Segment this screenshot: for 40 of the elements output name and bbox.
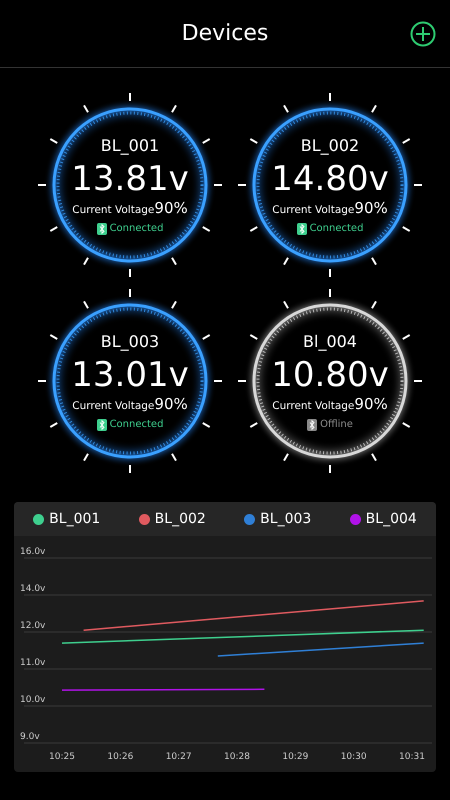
legend-label: BL_004 [366, 511, 417, 527]
status-text: Offline [320, 419, 353, 430]
x-axis-label: 10:27 [166, 752, 192, 762]
status-text: Connected [110, 223, 164, 234]
status-text: Connected [310, 223, 364, 234]
y-axis-label: 11.0v [20, 658, 46, 668]
device-name: BL_001 [100, 136, 160, 154]
device-name: Bl_004 [303, 332, 357, 350]
voltage-reading: 13.81v [71, 158, 189, 198]
percent-value: 90% [354, 394, 388, 412]
status-text: Connected [110, 419, 164, 430]
y-axis-label: 14.0v [20, 584, 46, 594]
x-axis-label: 10:25 [49, 752, 75, 762]
legend-label: BL_001 [49, 511, 100, 527]
bluetooth-icon [307, 418, 318, 430]
voltage-label: Current Voltage [272, 400, 354, 412]
percent-value: 90% [154, 394, 188, 412]
voltage-label: Current Voltage [72, 400, 154, 412]
x-axis-label: 10:29 [282, 752, 308, 762]
legend-label: BL_002 [154, 511, 206, 527]
percent-value: 90% [354, 198, 388, 216]
device-name: BL_002 [300, 136, 360, 154]
screen-title: Devices [180, 21, 270, 46]
x-axis-label: 10:28 [224, 752, 250, 762]
voltage-reading: 10.80v [271, 354, 389, 394]
legend-label: BL_003 [260, 511, 312, 527]
x-axis-label: 10:31 [399, 752, 425, 762]
x-axis-label: 10:26 [107, 752, 134, 762]
percent-value: 90% [154, 198, 188, 216]
y-axis-label: 16.0v [20, 547, 46, 557]
x-axis-label: 10:30 [340, 752, 367, 762]
voltage-label: Current Voltage [72, 204, 154, 216]
y-axis-label: 9.0v [20, 732, 40, 742]
voltage-reading: 14.80v [271, 158, 389, 198]
add-icon[interactable] [410, 20, 436, 46]
y-axis-label: 12.0v [20, 621, 46, 631]
device-name: BL_003 [100, 332, 160, 350]
voltage-reading: 13.01v [71, 354, 189, 394]
voltage-label: Current Voltage [272, 204, 354, 216]
y-axis-label: 10.0v [20, 695, 46, 705]
